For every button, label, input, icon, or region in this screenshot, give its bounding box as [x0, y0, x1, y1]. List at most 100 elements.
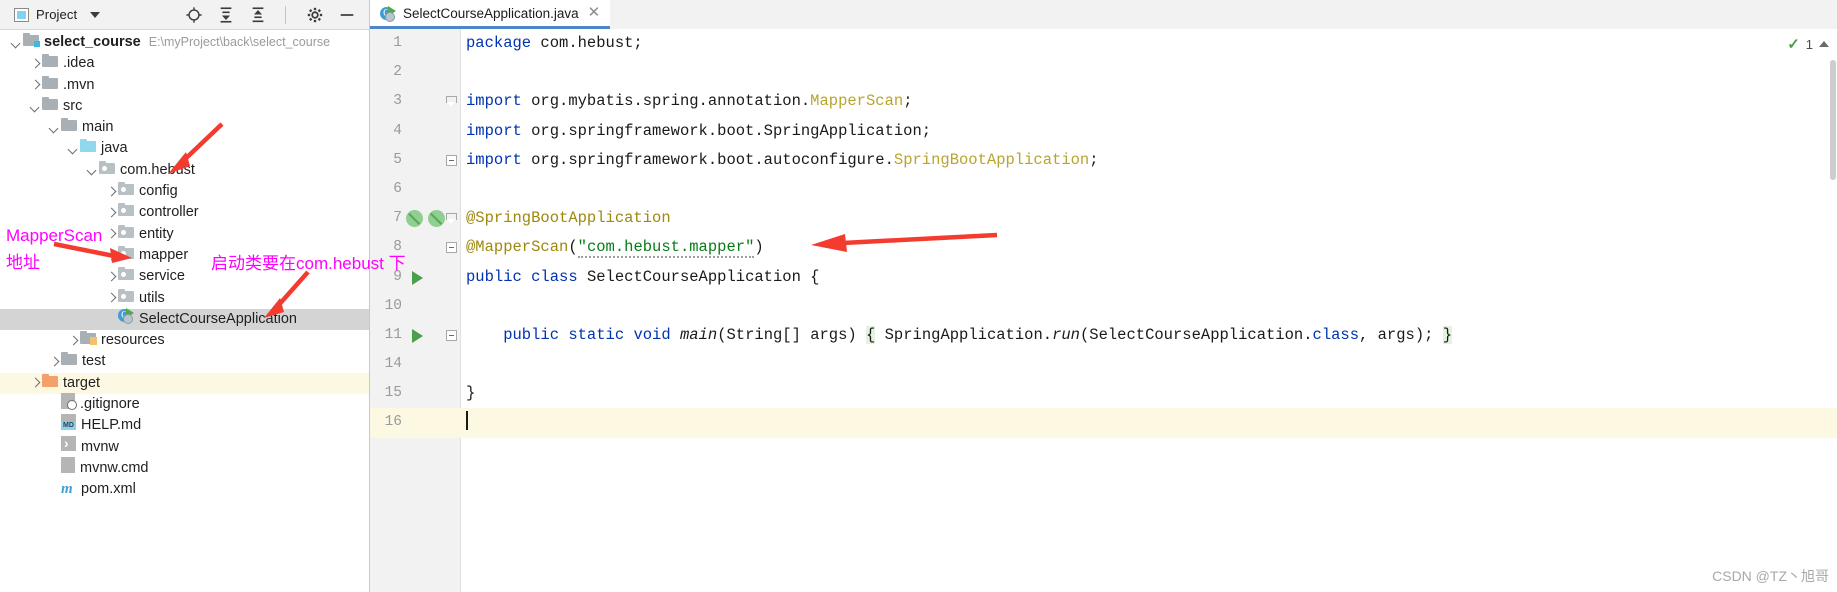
- folder-icon: [61, 351, 77, 372]
- chevron-down-icon[interactable]: [29, 100, 42, 113]
- tree-item--gitignore[interactable]: .gitignore: [0, 393, 369, 415]
- gutter-line-1[interactable]: 1: [370, 29, 460, 58]
- tree-item-config[interactable]: config: [0, 181, 369, 202]
- code-line-6[interactable]: [460, 175, 1837, 204]
- code-line-10[interactable]: [460, 292, 1837, 321]
- inspection-widget[interactable]: ✓ 1: [1787, 35, 1829, 53]
- code-line-2[interactable]: [460, 58, 1837, 87]
- fold-marker[interactable]: [446, 242, 457, 254]
- project-tree[interactable]: select_course E:\myProject\back\select_co…: [0, 29, 369, 592]
- chevron-up-icon[interactable]: [1819, 41, 1829, 47]
- line-number: 3: [393, 93, 402, 110]
- chevron-right-icon[interactable]: [29, 377, 42, 390]
- shell-script-icon: [61, 433, 76, 458]
- gutter-line-11[interactable]: 11: [370, 321, 460, 350]
- code-line-8[interactable]: @MapperScan("com.hebust.mapper"): [460, 233, 1837, 262]
- tree-item-utils[interactable]: utils: [0, 288, 369, 309]
- hide-icon[interactable]: [338, 6, 356, 24]
- gutter-line-16[interactable]: 16: [370, 408, 460, 438]
- tree-item--idea[interactable]: .idea: [0, 53, 369, 74]
- tree-item-mvnw-cmd[interactable]: mvnw.cmd: [0, 456, 369, 480]
- fold-marker[interactable]: [446, 96, 457, 107]
- code-line-11[interactable]: public static void main(String[] args) {…: [460, 321, 1837, 350]
- run-method-icon[interactable]: [412, 328, 423, 343]
- collapse-all-icon[interactable]: [249, 6, 267, 24]
- spring-config-leaf-icon[interactable]: [424, 206, 449, 231]
- run-class-icon[interactable]: [412, 270, 423, 285]
- code-token: public: [466, 267, 532, 286]
- code-line-5[interactable]: import org.springframework.boot.autoconf…: [460, 146, 1837, 175]
- cmd-file-icon: [61, 456, 75, 480]
- chevron-right-icon[interactable]: [48, 356, 61, 369]
- spring-bean-leaf-icon[interactable]: [402, 206, 427, 231]
- gutter-line-5[interactable]: 5: [370, 146, 460, 175]
- gutter-line-10[interactable]: 10: [370, 292, 460, 321]
- locate-icon[interactable]: [185, 6, 203, 24]
- tree-item-select-course[interactable]: select_course E:\myProject\back\select_co…: [0, 32, 369, 53]
- tree-item-java[interactable]: java: [0, 138, 369, 159]
- tree-item-path: E:\myProject\back\select_course: [148, 35, 331, 49]
- close-icon[interactable]: ✕: [588, 5, 601, 20]
- code-line-1[interactable]: package com.hebust;: [460, 29, 1837, 58]
- chevron-down-icon[interactable]: [86, 164, 99, 177]
- gutter-line-3[interactable]: 3: [370, 87, 460, 116]
- chevron-right-icon[interactable]: [29, 57, 42, 70]
- line-number: 15: [384, 385, 402, 402]
- code-line-3[interactable]: import org.mybatis.spring.annotation.Map…: [460, 87, 1837, 116]
- gutter-line-7[interactable]: 7: [370, 204, 460, 233]
- code-token: "com.hebust.mapper": [577, 238, 755, 259]
- chevron-right-icon[interactable]: [67, 334, 80, 347]
- tree-item-main[interactable]: main: [0, 117, 369, 138]
- tree-item-test[interactable]: test: [0, 351, 369, 372]
- tree-item-com-hebust[interactable]: com.hebust: [0, 160, 369, 181]
- expand-all-icon[interactable]: [217, 6, 235, 24]
- code-line-4[interactable]: import org.springframework.boot.SpringAp…: [460, 117, 1837, 146]
- chevron-right-icon[interactable]: [105, 249, 118, 262]
- fold-marker[interactable]: [446, 329, 457, 341]
- tree-item-selectcourseapplication[interactable]: C SelectCourseApplication: [0, 308, 369, 331]
- tree-item-controller[interactable]: controller: [0, 202, 369, 223]
- gutter-line-15[interactable]: 15: [370, 379, 460, 408]
- code-line-9[interactable]: public class SelectCourseApplication {: [460, 263, 1837, 292]
- code-editor[interactable]: 1 2 3 4 5 6 7 8 9 10 11 14 15 16 package com.hebust; …: [370, 29, 1837, 592]
- chevron-right-icon[interactable]: [105, 270, 118, 283]
- inspection-ok-icon: ✓: [1787, 36, 1800, 53]
- code-token: (String[] args): [717, 325, 867, 344]
- tree-item-target[interactable]: target: [0, 372, 369, 395]
- chevron-down-icon[interactable]: [67, 143, 80, 156]
- tree-item-pom-xml[interactable]: m pom.xml: [0, 479, 369, 500]
- chevron-down-icon[interactable]: [90, 11, 101, 18]
- editor-gutter[interactable]: 1 2 3 4 5 6 7 8 9 10 11 14 15 16: [370, 29, 461, 592]
- fold-marker[interactable]: [446, 213, 457, 224]
- tree-item--mvn[interactable]: .mvn: [0, 75, 369, 96]
- chevron-right-icon[interactable]: [105, 292, 118, 305]
- tree-item-label: utils: [139, 289, 165, 306]
- code-line-16[interactable]: [460, 408, 1837, 438]
- tree-item-resources[interactable]: resources: [0, 330, 369, 351]
- tree-item-src[interactable]: src: [0, 96, 369, 117]
- chevron-down-icon[interactable]: [48, 121, 61, 134]
- gutter-line-4[interactable]: 4: [370, 117, 460, 146]
- gutter-line-2[interactable]: 2: [370, 58, 460, 87]
- code-line-14[interactable]: [460, 350, 1837, 379]
- scrollbar-thumb[interactable]: [1830, 60, 1836, 180]
- chevron-right-icon[interactable]: [105, 185, 118, 198]
- tree-item-help-md[interactable]: MD HELP.md: [0, 414, 369, 436]
- tree-item-label: .mvn: [63, 76, 95, 93]
- code-line-7[interactable]: @SpringBootApplication: [460, 204, 1837, 233]
- code-token: public: [466, 325, 569, 344]
- code-line-15[interactable]: }: [460, 379, 1837, 408]
- settings-gear-icon[interactable]: [306, 6, 324, 24]
- tab-selectcourseapplication[interactable]: C SelectCourseApplication.java ✕: [370, 0, 611, 29]
- editor-vertical-scrollbar[interactable]: [1829, 58, 1837, 592]
- fold-marker[interactable]: [446, 154, 457, 166]
- tree-item-mvnw[interactable]: mvnw: [0, 433, 369, 458]
- line-number: 7: [393, 210, 402, 227]
- gutter-line-14[interactable]: 14: [370, 350, 460, 379]
- chevron-right-icon[interactable]: [105, 228, 118, 241]
- chevron-right-icon[interactable]: [105, 207, 118, 220]
- chevron-right-icon[interactable]: [29, 79, 42, 92]
- code-content[interactable]: package com.hebust; import org.mybatis.s…: [460, 29, 1837, 592]
- chevron-down-icon[interactable]: [10, 36, 23, 49]
- gutter-line-6[interactable]: 6: [370, 175, 460, 204]
